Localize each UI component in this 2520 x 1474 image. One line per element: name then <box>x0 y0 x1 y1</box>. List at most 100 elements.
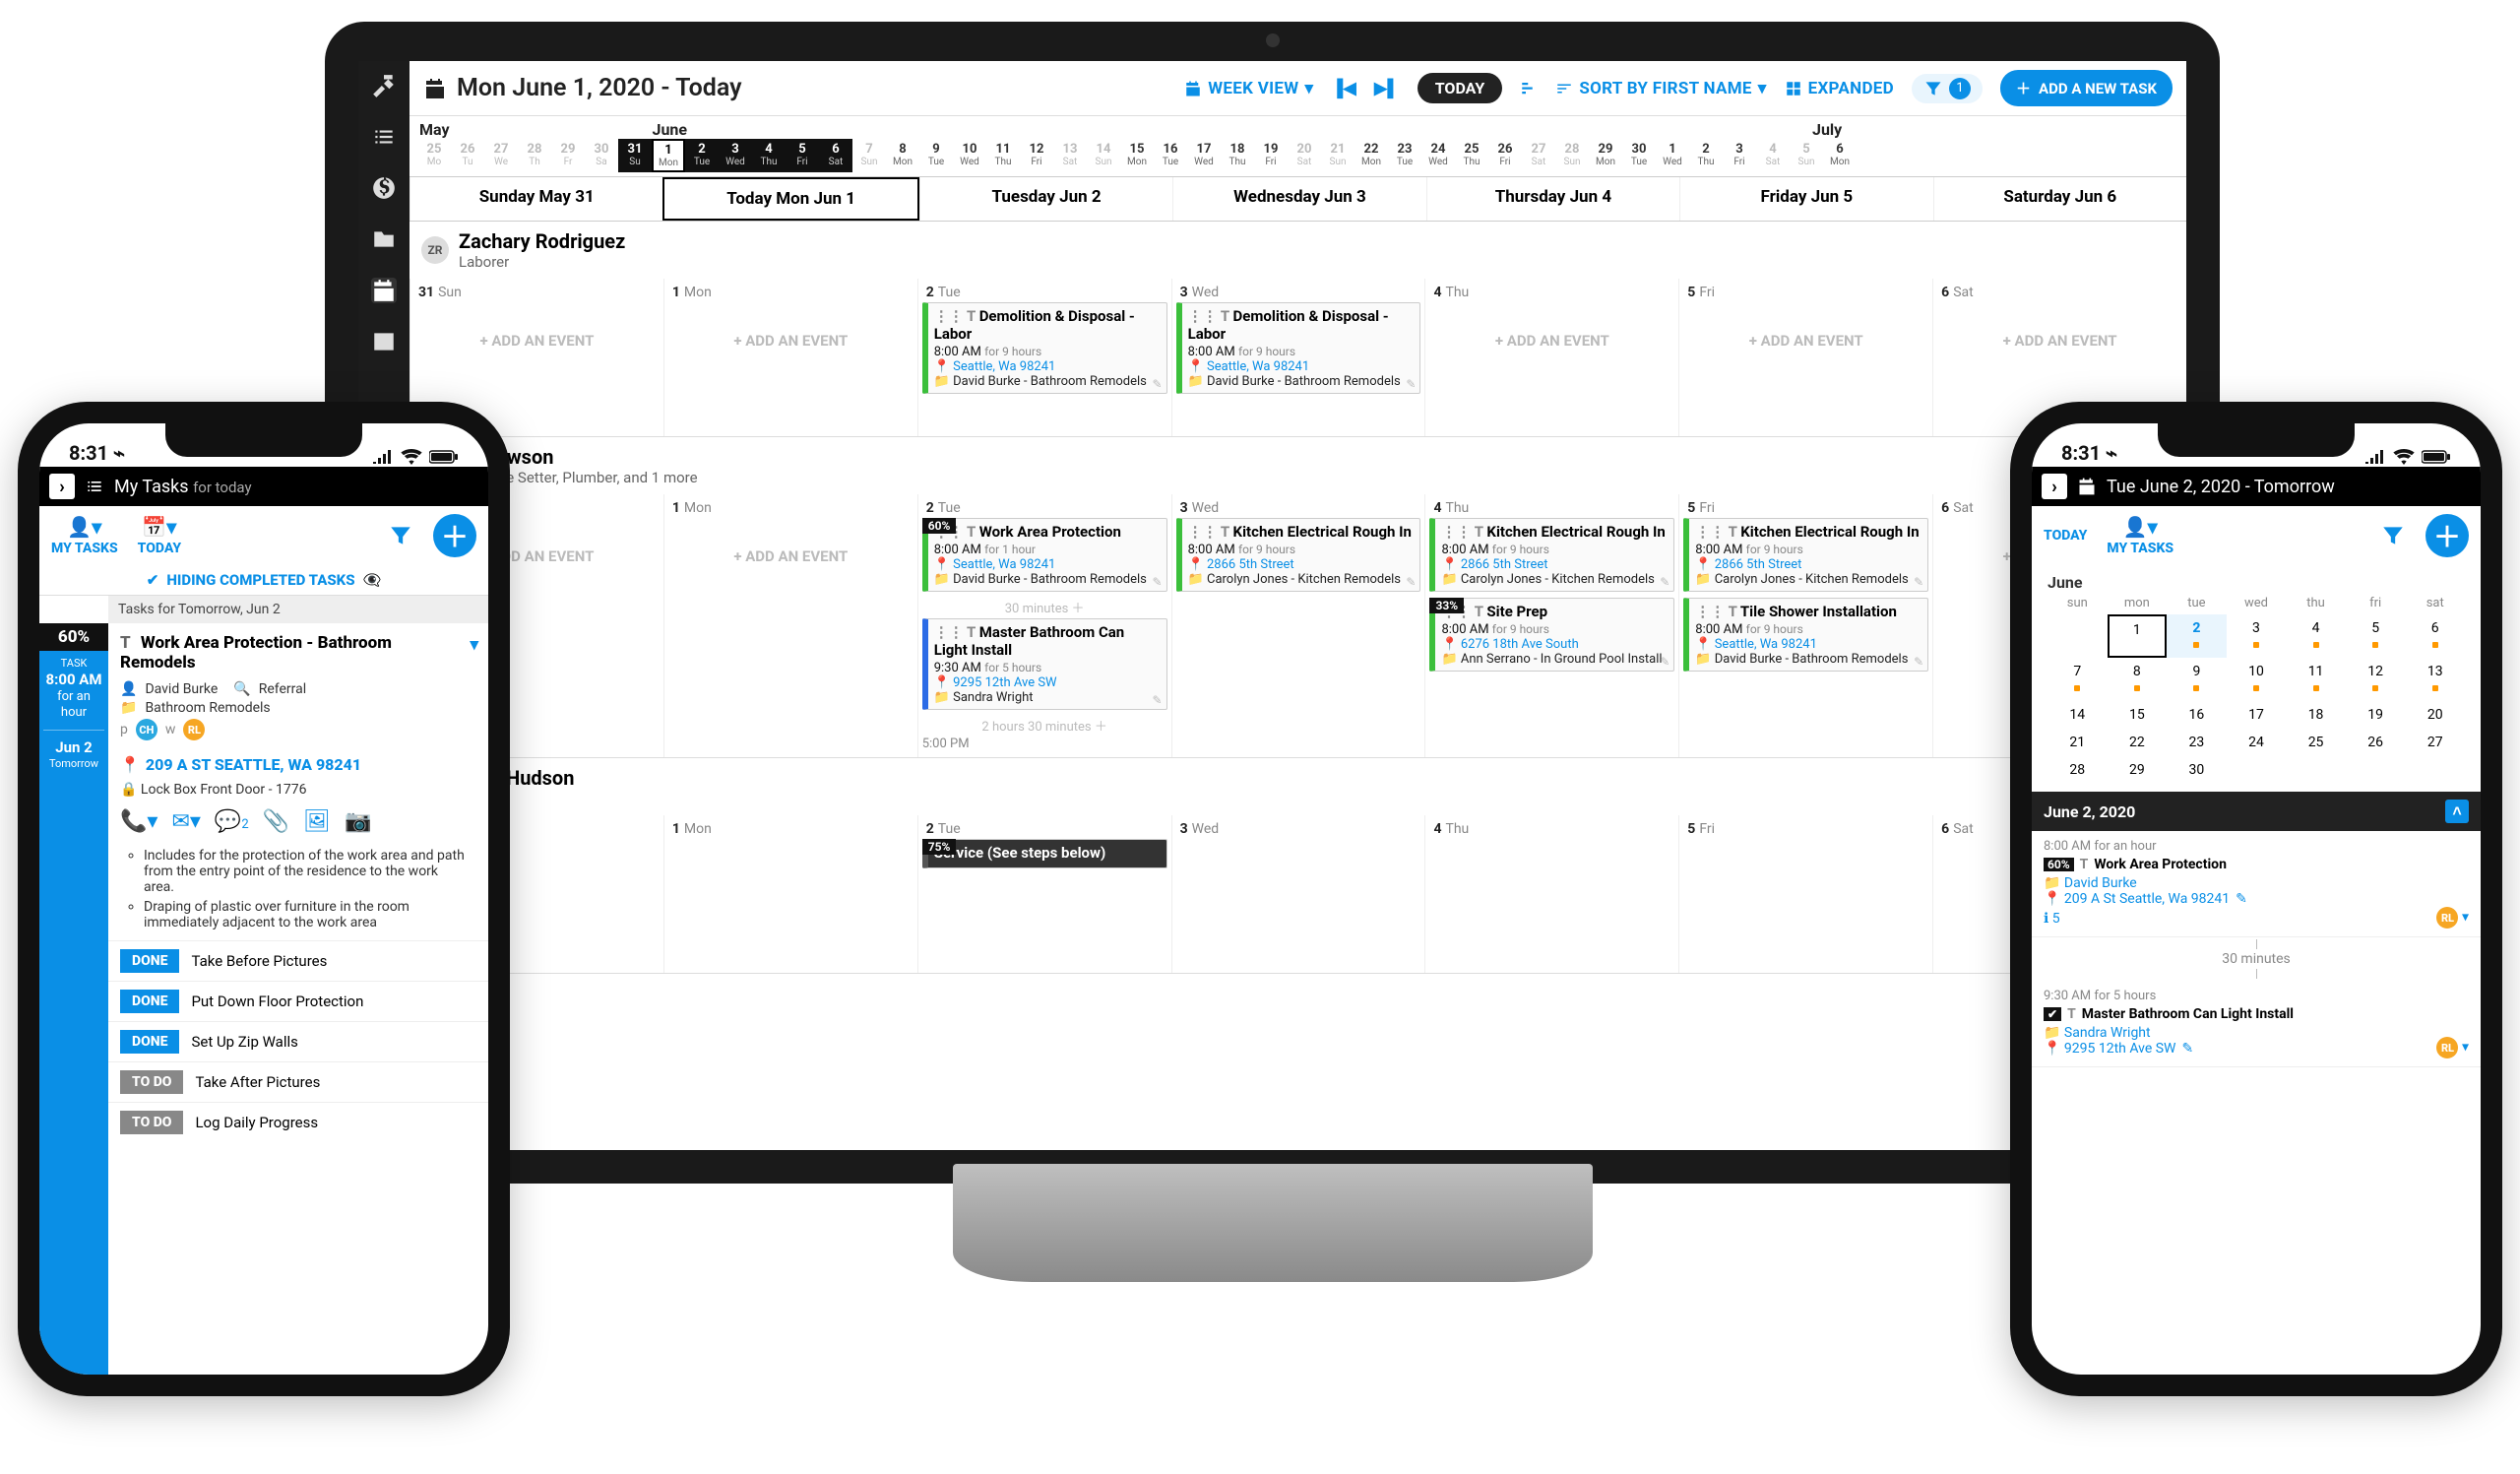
calendar-icon[interactable] <box>371 278 397 303</box>
image-icon[interactable] <box>371 329 397 354</box>
strip-day[interactable]: 20Sat <box>1288 139 1321 172</box>
mini-cal-day[interactable]: 22 <box>2108 729 2168 756</box>
day-header[interactable]: Sunday May 31 <box>410 177 662 221</box>
filter-button[interactable]: 1 <box>1912 74 1983 103</box>
strip-day[interactable]: 28Th <box>518 139 551 172</box>
camera-icon[interactable]: 📷 <box>345 809 371 834</box>
prev-button[interactable]: ▐◀ <box>1331 79 1356 98</box>
task-card[interactable]: ⋮⋮ T Kitchen Electrical Rough In 8:00 AM… <box>1683 518 1928 592</box>
mini-cal-day[interactable]: 27 <box>2405 729 2465 756</box>
strip-day[interactable]: 26Tu <box>451 139 484 172</box>
day-header[interactable]: Today Mon Jun 1 <box>662 177 918 221</box>
mini-cal-day[interactable]: 23 <box>2167 729 2227 756</box>
checklist-item[interactable]: TO DOTake After Pictures <box>108 1061 488 1102</box>
mini-cal-day[interactable]: 11 <box>2286 658 2346 701</box>
mini-cal-day[interactable]: 1 <box>2108 614 2168 658</box>
state-chip[interactable]: DONE <box>120 1030 179 1054</box>
checklist-item[interactable]: DONEPut Down Floor Protection <box>108 981 488 1021</box>
day-header[interactable]: Thursday Jun 4 <box>1426 177 1679 221</box>
mini-cal-day[interactable]: 8 <box>2108 658 2168 701</box>
layout-select[interactable]: EXPANDED <box>1785 79 1894 98</box>
collapse-button[interactable]: ˄ <box>2445 800 2469 823</box>
strip-day[interactable]: 3Fri <box>1723 139 1756 172</box>
mini-cal-day[interactable]: 19 <box>2346 701 2406 729</box>
task-card[interactable]: ⋮⋮ T Demolition & Disposal - Labor 8:00 … <box>1176 302 1421 394</box>
strip-day[interactable]: 4Thu <box>752 139 786 172</box>
strip-day[interactable]: 9Tue <box>919 139 953 172</box>
strip-day[interactable]: 11Thu <box>986 139 1020 172</box>
strip-day[interactable]: 10Wed <box>953 139 986 172</box>
sort-select[interactable]: SORT BY FIRST NAME ▾ <box>1555 79 1766 98</box>
state-chip[interactable]: DONE <box>120 990 179 1013</box>
strip-day[interactable]: 29Fr <box>551 139 585 172</box>
strip-day[interactable]: 13Sat <box>1053 139 1087 172</box>
strip-day[interactable]: 19Fri <box>1254 139 1288 172</box>
mini-cal-day[interactable] <box>2227 756 2287 784</box>
strip-day[interactable]: 5Sun <box>1790 139 1823 172</box>
strip-day[interactable]: 4Sat <box>1756 139 1790 172</box>
back-button[interactable]: › <box>2042 474 2067 499</box>
strip-day[interactable]: 17Wed <box>1187 139 1221 172</box>
strip-day[interactable]: 25Mo <box>417 139 451 172</box>
strip-day[interactable]: 23Tue <box>1388 139 1421 172</box>
day-header[interactable]: Saturday Jun 6 <box>1933 177 2186 221</box>
back-button[interactable]: › <box>49 474 75 499</box>
checklist-item[interactable]: DONESet Up Zip Walls <box>108 1021 488 1061</box>
person-header[interactable]: on Lawson orer, Tile Setter, Plumber, an… <box>410 437 2186 494</box>
hide-completed-toggle[interactable]: ✔ HIDING COMPLETED TASKS 👁‍🗨 <box>39 565 488 596</box>
strip-day[interactable]: 15Mon <box>1120 139 1154 172</box>
strip-day[interactable]: 30Sa <box>585 139 618 172</box>
view-select[interactable]: WEEK VIEW ▾ <box>1184 79 1313 98</box>
mini-cal-day[interactable]: 13 <box>2405 658 2465 701</box>
mini-calendar[interactable]: June sunmontuewedthufrisat 1234567891011… <box>2032 565 2481 792</box>
mini-cal-day[interactable]: 15 <box>2108 701 2168 729</box>
strip-day[interactable]: 26Fri <box>1488 139 1522 172</box>
mini-cal-day[interactable] <box>2286 756 2346 784</box>
strip-day[interactable]: 22Mon <box>1354 139 1388 172</box>
mini-cal-day[interactable]: 17 <box>2227 701 2287 729</box>
strip-day[interactable]: 29Mon <box>1589 139 1622 172</box>
mini-cal-day[interactable]: 7 <box>2048 658 2108 701</box>
date-strip[interactable]: 25Mo26Tu27We28Th29Fr30Sa31Su1Mon2Tue3Wed… <box>410 139 2186 177</box>
add-event[interactable]: + ADD AN EVENT <box>668 332 914 350</box>
mini-cal-day[interactable]: 14 <box>2048 701 2108 729</box>
checklist-item[interactable]: DONETake Before Pictures <box>108 940 488 981</box>
tab-mytasks[interactable]: 👤▾ MY TASKS <box>2107 515 2174 556</box>
mini-cal-day[interactable] <box>2405 756 2465 784</box>
person-header[interactable]: icole Hudson orer <box>410 758 2186 815</box>
task-card[interactable]: 33%⋮⋮ T Site Prep 8:00 AM for 9 hours 📍 … <box>1429 598 1674 672</box>
task-card[interactable]: 75%Service (See steps below) <box>922 839 1167 868</box>
mail-icon[interactable]: ✉▾ <box>171 809 200 834</box>
strip-day[interactable]: 1Wed <box>1656 139 1689 172</box>
mini-cal-day[interactable]: 26 <box>2346 729 2406 756</box>
add-button[interactable]: ＋ <box>433 514 476 557</box>
filter-button[interactable] <box>2380 523 2406 548</box>
strip-day[interactable]: 31Su <box>618 139 652 172</box>
strip-day[interactable]: 7Sun <box>852 139 886 172</box>
gantt-icon[interactable] <box>1520 80 1538 97</box>
agenda-item[interactable]: 8:00 AM for an hour 60% T Work Area Prot… <box>2032 831 2481 937</box>
strip-day[interactable]: 8Mon <box>886 139 919 172</box>
today-button[interactable]: TODAY <box>1418 73 1503 103</box>
add-task-button[interactable]: ＋ ADD A NEW TASK <box>2000 70 2173 106</box>
mini-cal-day[interactable]: 16 <box>2167 701 2227 729</box>
strip-day[interactable]: 21Sun <box>1321 139 1354 172</box>
mini-cal-day[interactable]: 6 <box>2405 614 2465 658</box>
state-chip[interactable]: DONE <box>120 949 179 973</box>
mini-cal-day[interactable]: 30 <box>2167 756 2227 784</box>
mini-cal-day[interactable]: 29 <box>2108 756 2168 784</box>
mini-cal-day[interactable]: 18 <box>2286 701 2346 729</box>
image-icon[interactable]: 🖼 <box>303 809 331 834</box>
state-chip[interactable]: TO DO <box>120 1111 183 1134</box>
list-icon[interactable] <box>371 124 397 150</box>
state-chip[interactable]: TO DO <box>120 1070 183 1094</box>
strip-day[interactable]: 14Sun <box>1087 139 1120 172</box>
hammer-icon[interactable] <box>371 73 397 98</box>
task-title[interactable]: T Work Area Protection - Bathroom Remode… <box>108 623 488 678</box>
strip-day[interactable]: 6Mon <box>1823 139 1857 172</box>
strip-day[interactable]: 18Thu <box>1221 139 1254 172</box>
task-card[interactable]: ⋮⋮ T Demolition & Disposal - Labor 8:00 … <box>922 302 1167 394</box>
checklist-item[interactable]: TO DOLog Daily Progress <box>108 1102 488 1142</box>
task-card[interactable]: ⋮⋮ T Tile Shower Installation 8:00 AM fo… <box>1683 598 1928 672</box>
strip-day[interactable]: 27We <box>484 139 518 172</box>
